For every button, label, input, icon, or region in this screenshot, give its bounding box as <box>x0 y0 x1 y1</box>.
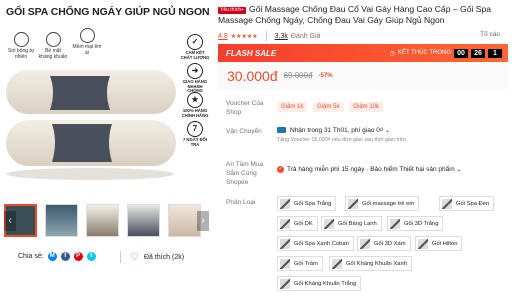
variant-thumb <box>332 258 342 269</box>
variant-option[interactable]: Gối Kháng Khuẩn Trắng <box>277 276 362 291</box>
truck-icon: ➜ <box>187 63 203 79</box>
chevron-down-icon[interactable]: ⌄ <box>385 128 390 134</box>
clock-icon: ◷ <box>389 50 395 57</box>
thumbnail-strip: ‹ › <box>0 202 213 240</box>
countdown-minutes: 26 <box>471 48 485 58</box>
thumbnail-4[interactable] <box>127 204 160 237</box>
flash-sale-bar: FLASH SALE ◷ KẾT THÚC TRONG 00 26 1 <box>218 44 508 62</box>
twitter-icon[interactable]: t <box>86 252 96 261</box>
quality-badge: ✓ CAM KẾT CHẤT LƯỢNG <box>180 34 210 62</box>
return-badge: 77 NGÀY ĐỔI TRẢ <box>180 121 210 149</box>
variant-label: Phân Loại <box>226 199 256 206</box>
main-product-image[interactable]: GỐI SPA CHỐNG NGÁY GIÚP NGỦ NGON Sợi bôn… <box>0 0 213 200</box>
variant-option[interactable]: Gối massage trẻ em <box>345 196 420 211</box>
pinterest-icon[interactable]: P <box>73 252 83 261</box>
variant-option[interactable]: Gối Spa Xanh Coban <box>277 236 354 251</box>
product-details: Yêu thích+ Gối Massage Chống Đau Cổ Vai G… <box>218 0 508 300</box>
price-box: 30.000đ 69.000đ -57% <box>218 62 508 89</box>
authentic-badge: ★ 100% HÀNG CHÍNH HÃNG <box>180 92 210 120</box>
voucher-list: Giảm 1k Giảm 5k Giảm 10k <box>277 102 387 112</box>
assurance-label: An Tâm Mua Sắm Cùng Shopee <box>226 161 264 186</box>
messenger-icon[interactable]: M <box>47 252 57 261</box>
ends-label: KẾT THÚC TRONG <box>397 50 451 56</box>
badge-column: ✓ CAM KẾT CHẤT LƯỢNG ➜ GIAO HÀNG NHANH CHÓ… <box>180 34 210 150</box>
feature-3: Mềm mại êm ái <box>72 28 102 57</box>
facebook-icon[interactable]: f <box>60 252 70 261</box>
product-gallery: GỐI SPA CHỐNG NGÁY GIÚP NGỦ NGON Sợi bôn… <box>0 0 213 300</box>
voucher-tag-2[interactable]: Giảm 5k <box>313 102 344 112</box>
variant-thumb <box>280 198 290 209</box>
return-icon: 7 <box>187 121 203 137</box>
assurance-info[interactable]: ✓ Trả hàng miễn phí 15 ngày · Bảo hiểm Th… <box>277 166 462 173</box>
variant-thumb <box>348 198 358 209</box>
like-button[interactable]: ♡ Đã thích (2k) <box>130 252 184 263</box>
variant-option[interactable]: Gối Bảng Lạnh <box>321 216 382 231</box>
feature-2: Bề mặt kháng khuẩn <box>38 32 68 61</box>
pillow-illustration <box>6 70 176 180</box>
fiber-icon <box>13 32 29 47</box>
delivery-badge: ➜ GIAO HÀNG NHANH CHÓNG <box>180 63 210 93</box>
feature-1: Sợi bông tự nhiên <box>6 32 36 61</box>
shield-icon <box>45 32 61 47</box>
discount-badge: -57% <box>318 72 333 79</box>
thumb-prev-button[interactable]: ‹ <box>4 211 16 231</box>
medal-icon: ★ <box>187 92 203 108</box>
variant-thumb <box>418 238 428 249</box>
thumbnail-3[interactable] <box>86 204 119 237</box>
variant-thumb <box>324 218 334 229</box>
variant-option[interactable]: Gối Kháng Khuẩn Xanh <box>329 256 412 271</box>
report-link[interactable]: Tố cáo <box>480 31 500 38</box>
image-title: GỐI SPA CHỐNG NGÁY GIÚP NGỦ NGON <box>6 6 210 18</box>
rating-divider <box>265 31 267 41</box>
thumb-next-button[interactable]: › <box>197 211 209 231</box>
heart-icon: ♡ <box>130 252 139 263</box>
variant-thumb <box>280 278 290 289</box>
thumbnail-2[interactable] <box>45 204 78 237</box>
rating-value[interactable]: 4.8 <box>218 33 228 40</box>
shield-check-icon: ✓ <box>277 166 284 173</box>
share-divider <box>120 251 121 263</box>
variant-option[interactable]: Gối Hilton <box>415 236 463 251</box>
variant-thumb <box>280 218 290 229</box>
original-price: 69.000đ <box>283 71 313 80</box>
countdown-seconds: 1 <box>488 48 502 58</box>
flash-sale-label: FLASH SALE <box>226 48 277 58</box>
variant-option[interactable]: Gối 3D Trắng <box>387 216 444 231</box>
voucher-label: Voucher Của Shop <box>226 100 264 116</box>
rating-row: 4.8 ★★★★★ 3,3k Đánh Giá <box>218 31 320 41</box>
variant-thumb <box>280 238 290 249</box>
reviews-count[interactable]: 3,3k <box>275 33 288 40</box>
reviews-label: Đánh Giá <box>290 32 321 40</box>
variant-thumb <box>280 258 290 269</box>
liked-count: Đã thích (2k) <box>143 254 185 261</box>
countdown: ◷ KẾT THÚC TRONG 00 26 1 <box>389 48 502 58</box>
voucher-tag-1[interactable]: Giảm 1k <box>277 102 308 112</box>
shipping-label: Vận Chuyển <box>226 128 262 135</box>
variant-thumb <box>360 238 370 249</box>
variant-thumb <box>390 218 400 229</box>
leaf-icon <box>79 28 95 43</box>
thumbs-up-icon: ✓ <box>187 34 203 50</box>
share-row: Chia sẻ: M f P t <box>18 252 96 261</box>
variant-option[interactable]: Gối Spa Trắng <box>277 196 337 211</box>
variant-option[interactable]: Gối DK <box>277 216 318 231</box>
voucher-tag-3[interactable]: Giảm 10k <box>349 102 383 112</box>
variant-option[interactable]: Gối 3D Xám <box>357 236 411 251</box>
truck-icon <box>277 127 286 134</box>
chevron-down-icon: ⌄ <box>456 167 462 174</box>
countdown-hours: 00 <box>454 48 468 58</box>
current-price: 30.000đ <box>227 67 278 84</box>
star-icons: ★★★★★ <box>230 33 258 40</box>
shipping-info: Nhận trong 31 Th01, phí giao 0₫ ⌄ Tặng V… <box>277 127 407 143</box>
favorite-badge: Yêu thích+ <box>218 7 247 14</box>
shipping-voucher-note: Tặng Voucher 15.000₫ nếu đơn giao sau th… <box>277 137 408 143</box>
variant-thumb <box>442 198 452 209</box>
shipping-line: Nhận trong 31 Th01, phí giao 0₫ <box>290 127 384 134</box>
share-label: Chia sẻ: <box>18 253 44 260</box>
variant-option[interactable]: Gối Spa Đen <box>439 196 495 211</box>
variant-option[interactable]: Gối Trám <box>277 256 323 271</box>
product-title: Yêu thích+ Gối Massage Chống Đau Cổ Vai G… <box>218 4 492 25</box>
